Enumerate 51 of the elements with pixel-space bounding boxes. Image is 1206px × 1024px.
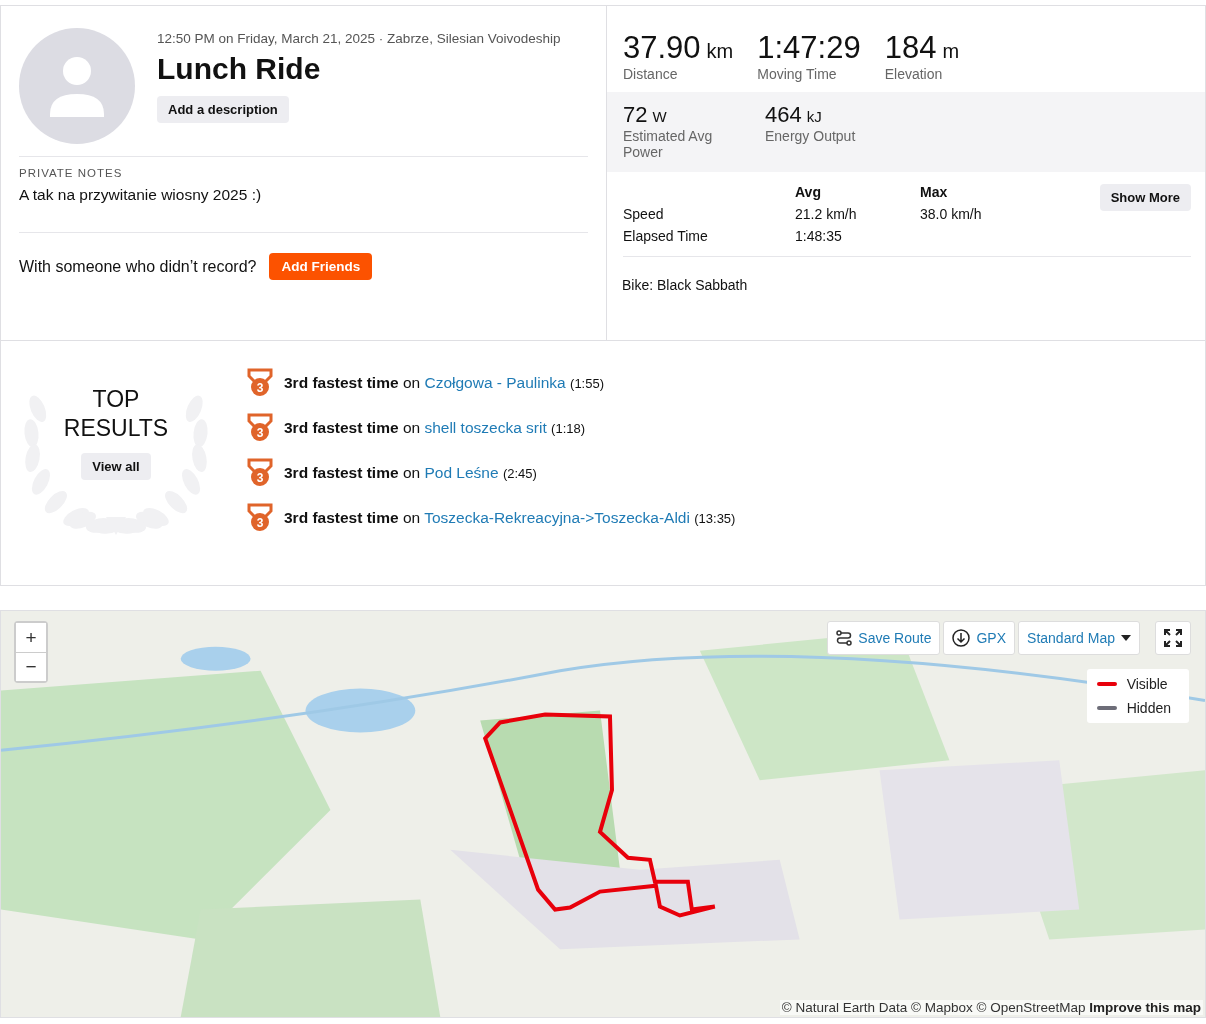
top-results-title: TOP (92, 385, 140, 414)
stat-value: 464 kJ (765, 102, 823, 128)
fullscreen-icon (1164, 629, 1182, 647)
row-label: Speed (623, 206, 665, 222)
column-header: Max (920, 184, 949, 200)
segment-link[interactable]: Czołgowa - Paulinka (424, 373, 566, 391)
table-cell-text: 1:48:35 (795, 228, 843, 244)
avatar-icon (19, 28, 135, 144)
stat-label: Elevation (884, 66, 944, 82)
stat-value: 37.90 km (623, 30, 734, 66)
add-description-button[interactable]: Add a description (157, 96, 289, 123)
stat-value: 184 m (884, 30, 960, 66)
zoom-out-button[interactable]: − (16, 652, 46, 681)
achievement-text: 3rd fastest time on Toszecka-Rekreacyjna->Toszecka-Aldi (13:35) (284, 508, 736, 527)
achievement-text: 3rd fastest time on Czołgowa - Paulinka (1:55) (284, 373, 604, 392)
show-more-button[interactable]: Show More (1099, 184, 1191, 211)
achievement-text: 3rd fastest time on shell toszecka srit (1:18) (284, 418, 586, 437)
stat-label: Distance (623, 66, 679, 82)
segment-link[interactable]: Pod Leśne (424, 463, 499, 481)
legend-label: Hidden (1126, 700, 1171, 716)
activity-meta: 12:50 PM on Friday, March 21, 2025 · Zabrze, Silesian Voivodeship (157, 31, 561, 46)
table-cell-text: 21.2 km/h (795, 206, 858, 222)
segment-link[interactable]: Toszecka-Rekreacyjna->Toszecka-Aldi (424, 508, 690, 526)
notes-text: A tak na przywitanie wiosny 2025 :) (19, 186, 263, 204)
route-icon (836, 630, 853, 646)
table-cell-text: 38.0 km/h (920, 206, 983, 222)
fullscreen-button[interactable] (1155, 621, 1191, 655)
achievement-text: 3rd fastest time on Pod Leśne (2:45) (284, 463, 537, 482)
stat-value: 72 W (623, 102, 668, 128)
caret-icon (1121, 635, 1131, 641)
stat-label: Moving Time (757, 66, 838, 82)
stat-value: 1:47:29 (757, 30, 861, 66)
map-style-dropdown[interactable]: Standard Map (1018, 621, 1140, 655)
add-friends-button[interactable]: Add Friends (269, 253, 373, 280)
view-all-button[interactable]: View all (81, 453, 151, 480)
bike-label: Bike: Black Sabbath (621, 277, 749, 293)
stat-label: Estimated Avg Power (623, 128, 714, 160)
gpx-download-button[interactable]: GPX (943, 621, 1016, 655)
activity-title: Lunch Ride (157, 52, 322, 86)
legend-label: Visible (1126, 676, 1168, 692)
download-icon (952, 629, 971, 647)
stat-label: Energy Output (765, 128, 857, 144)
top-results-title: RESULTS (63, 414, 169, 443)
map-attribution: © Natural Earth Data © Mapbox © OpenStreetMap Improve this map (779, 1000, 1203, 1015)
friends-prompt: With someone who didn’t record? (19, 257, 257, 276)
notes-label: PRIVATE NOTES (19, 167, 124, 179)
segment-link[interactable]: shell toszecka srit (424, 418, 547, 436)
save-route-button[interactable]: Save Route (827, 621, 941, 655)
column-header: Avg (795, 184, 822, 200)
improve-map-link[interactable]: Improve this map (1089, 1000, 1201, 1015)
row-label: Elapsed Time (623, 228, 709, 244)
